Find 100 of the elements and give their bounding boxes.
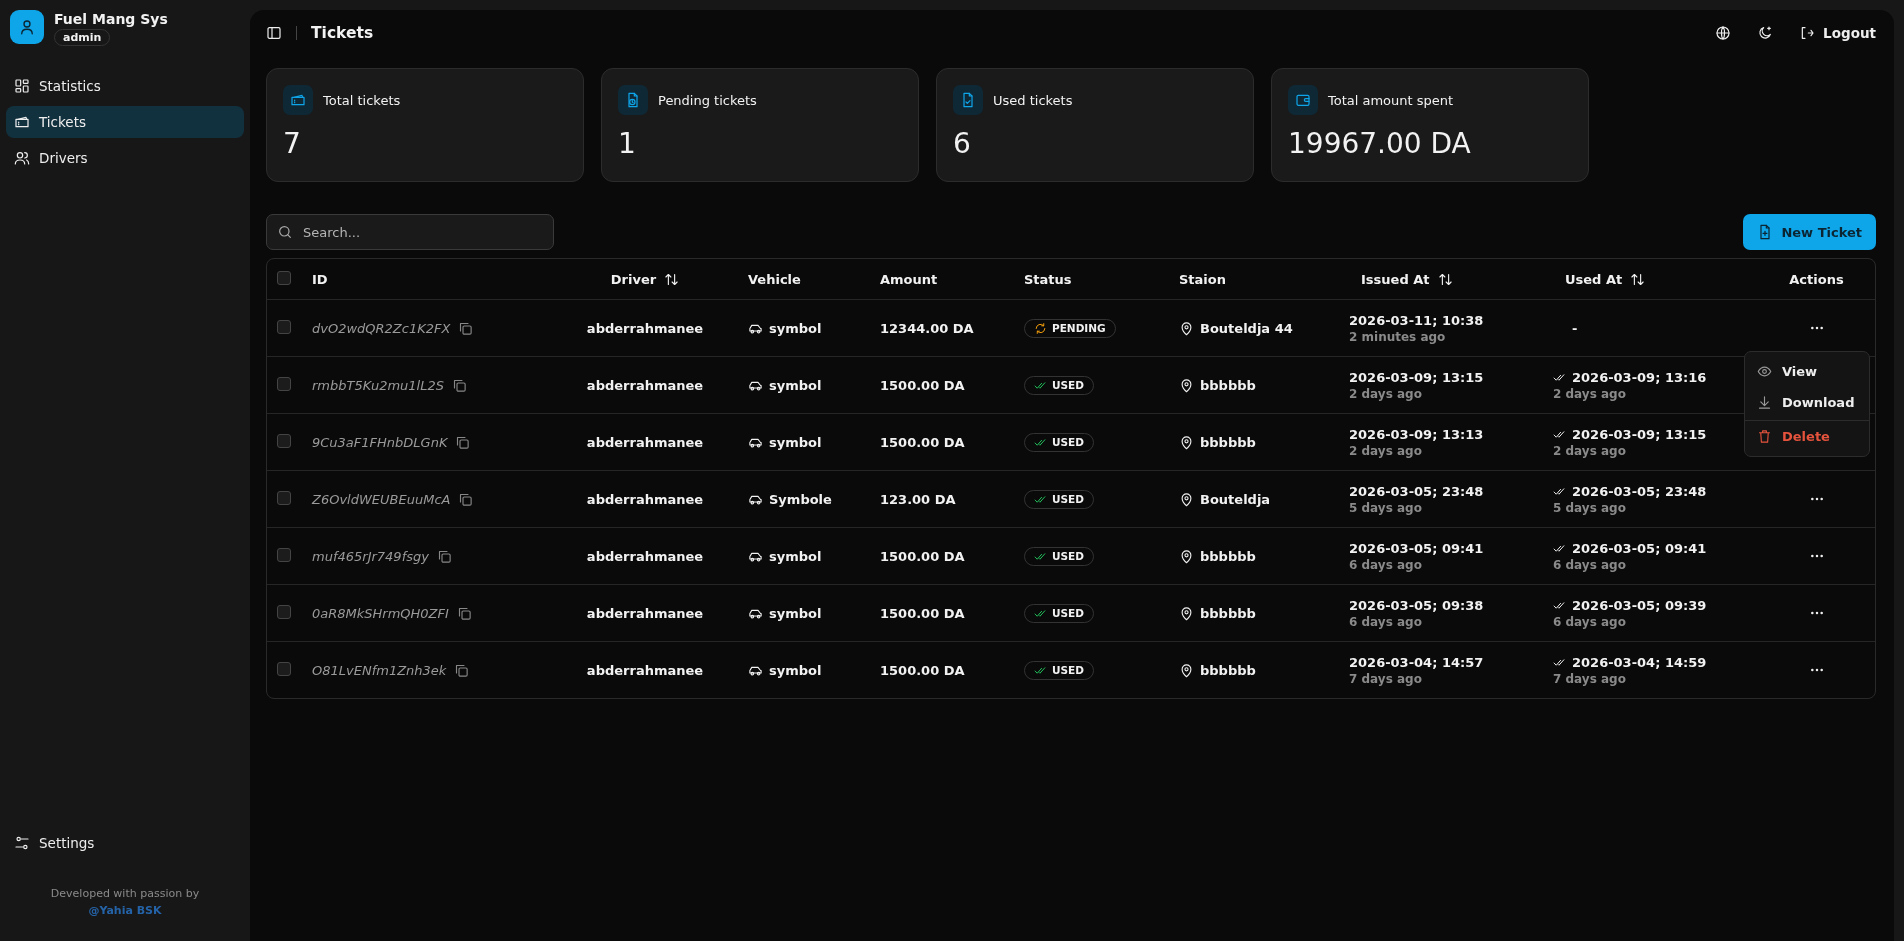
menu-item[interactable]: View (1745, 356, 1869, 387)
sidebar-item[interactable]: Tickets (6, 106, 244, 138)
footer-text: Developed with passion by (49, 886, 201, 902)
driver-name: abderrahmanee (586, 320, 704, 336)
sidebar-toggle[interactable] (266, 25, 282, 41)
moon-icon (1757, 25, 1774, 41)
station-name: bbbbbb (1200, 377, 1256, 393)
column-header: Vehicle (748, 271, 801, 287)
row-checkbox[interactable] (277, 320, 291, 334)
download-icon (1757, 395, 1772, 410)
pin-icon (1179, 377, 1194, 393)
menu-item[interactable]: Download (1745, 387, 1869, 418)
language-button[interactable] (1715, 25, 1732, 41)
copy-button[interactable] (458, 491, 474, 507)
vehicle-name: symbol (769, 320, 822, 336)
row-checkbox[interactable] (277, 491, 291, 505)
issued-date: 2026-03-09; 13:15 (1349, 369, 1485, 385)
row-checkbox[interactable] (277, 605, 291, 619)
ticket-id: rmbbT5Ku2mu1lL2S (312, 377, 444, 393)
sort-icon (1437, 271, 1453, 287)
row-checkbox[interactable] (277, 377, 291, 391)
copy-button[interactable] (454, 662, 470, 678)
relative-time: 6 days ago (1349, 614, 1423, 629)
ticket-icon (290, 92, 306, 108)
search-field[interactable]: Search... (266, 214, 554, 250)
row-checkbox[interactable] (277, 434, 291, 448)
new-ticket-button[interactable]: New Ticket (1743, 214, 1876, 250)
used-date: 2026-03-04; 14:59 (1572, 654, 1707, 670)
vehicle-name: symbol (769, 377, 822, 393)
grid-icon (14, 78, 30, 94)
relative-time: 7 days ago (1553, 671, 1627, 686)
vehicle-name: Symbole (769, 491, 832, 507)
vehicle-name: symbol (769, 605, 822, 621)
station-name: bbbbbb (1200, 662, 1256, 678)
copy-button[interactable] (451, 377, 467, 393)
copy-button[interactable] (456, 605, 472, 621)
relative-time: 5 days ago (1349, 500, 1423, 515)
issued-date: 2026-03-04; 14:57 (1349, 654, 1485, 670)
copy-button[interactable] (458, 320, 474, 336)
row-checkbox[interactable] (277, 548, 291, 562)
copy-icon (451, 377, 467, 393)
stat-value: 19967.00 DA (1288, 127, 1472, 160)
eye-icon (1757, 364, 1772, 379)
stat-value: 6 (953, 127, 972, 160)
copy-button[interactable] (436, 548, 452, 564)
select-all-checkbox[interactable] (277, 271, 291, 285)
column-header[interactable]: Used At (1565, 271, 1646, 287)
sidebar-item[interactable]: Drivers (6, 142, 244, 174)
ticket-id: 9Cu3aF1FHnbDLGnK (312, 434, 448, 450)
relative-time: 5 days ago (1553, 500, 1627, 515)
relative-time: 2 days ago (1349, 386, 1423, 401)
relative-time: 6 days ago (1349, 557, 1423, 572)
relative-time: 7 days ago (1349, 671, 1423, 686)
vehicle-name: symbol (769, 434, 822, 450)
row-checkbox[interactable] (277, 662, 291, 676)
ticket-id: 0aR8MkSHrmQH0ZFI (312, 605, 449, 621)
refresh-icon (1034, 321, 1047, 335)
station-name: Bouteldja 44 (1200, 320, 1293, 336)
relative-time: 6 days ago (1553, 614, 1627, 629)
amount: 1500.00 DA (880, 377, 965, 393)
user-icon (18, 18, 36, 36)
settings-item[interactable]: Settings (6, 827, 244, 859)
issued-date: 2026-03-05; 23:48 (1349, 483, 1485, 499)
pin-icon (1179, 434, 1194, 450)
theme-button[interactable] (1757, 25, 1774, 41)
sort-icon (1630, 271, 1646, 287)
driver-name: abderrahmanee (586, 662, 704, 678)
stat-label: Total tickets (323, 92, 401, 108)
stat-label: Pending tickets (658, 92, 757, 108)
page-title: Tickets (311, 24, 374, 42)
sort-icon (664, 271, 680, 287)
column-header[interactable]: Driver (610, 271, 680, 287)
users-icon (14, 150, 30, 166)
sidebar-item[interactable]: Statistics (6, 70, 244, 102)
logout-button[interactable]: Logout (1799, 25, 1876, 41)
column-header: Actions (1789, 271, 1844, 287)
issued-date: 2026-03-11; 10:38 (1349, 312, 1485, 328)
issued-date: 2026-03-05; 09:38 (1349, 597, 1485, 613)
vehicle-name: symbol (769, 662, 822, 678)
amount: 12344.00 DA (880, 320, 974, 336)
copy-button[interactable] (455, 434, 471, 450)
driver-name: abderrahmanee (586, 605, 704, 621)
copy-icon (436, 548, 452, 564)
file-check-icon (960, 92, 976, 108)
ticket-id: dvO2wdQR2Zc1K2FX (312, 320, 451, 336)
column-header[interactable]: Issued At (1361, 271, 1453, 287)
amount: 1500.00 DA (880, 434, 965, 450)
relative-time: 2 days ago (1349, 443, 1423, 458)
pin-icon (1179, 548, 1194, 564)
used-date: 2026-03-09; 13:16 (1572, 369, 1707, 385)
ticket-id: Z6OvldWEUBEuuMcA (312, 491, 451, 507)
ticket-id: O81LvENfm1Znh3ek (312, 662, 447, 678)
pin-icon (1179, 320, 1194, 336)
relative-time: 2 days ago (1553, 443, 1627, 458)
relative-time: 6 days ago (1553, 557, 1627, 572)
used-date: - (1572, 320, 1578, 336)
used-date: 2026-03-05; 23:48 (1572, 483, 1707, 499)
copy-icon (458, 491, 474, 507)
globe-icon (1715, 25, 1732, 41)
relative-time: 2 days ago (1553, 386, 1627, 401)
